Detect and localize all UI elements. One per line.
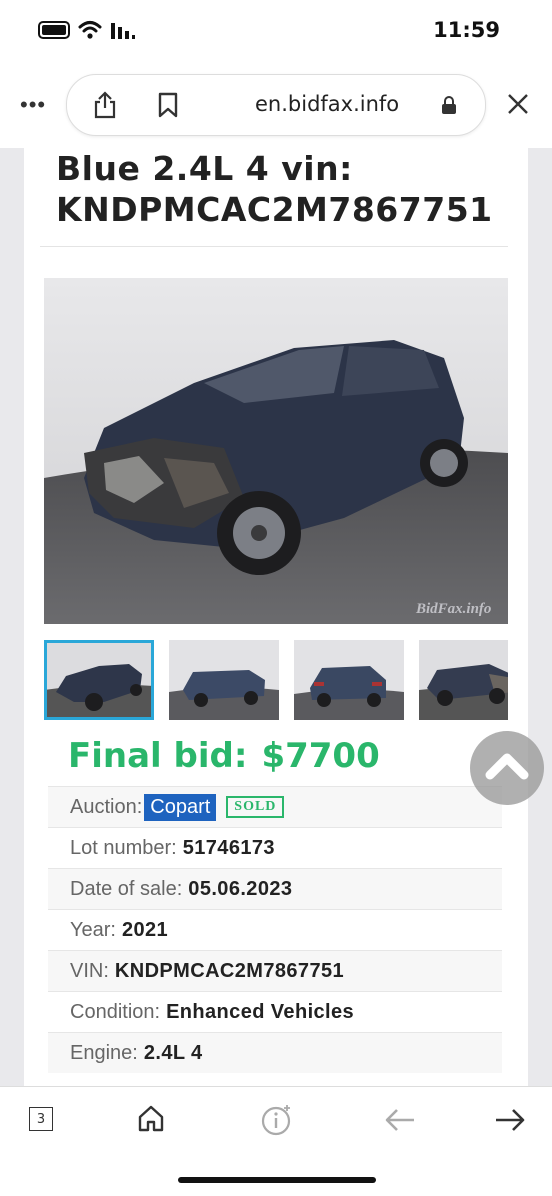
more-icon[interactable]: ••• — [20, 92, 46, 118]
status-icons — [38, 20, 136, 40]
detail-value: Enhanced Vehicles — [166, 1000, 355, 1023]
lot-details: Auction: Copart SOLD Lot number: 5174617… — [48, 786, 502, 1073]
detail-label: Auction: — [70, 795, 143, 818]
detail-row-engine: Engine: 2.4L 4 — [48, 1032, 502, 1073]
signal-icon — [111, 23, 135, 39]
close-icon[interactable] — [506, 92, 530, 116]
url-bar[interactable]: en.bidfax.info — [66, 74, 486, 136]
detail-row-vin: VIN: KNDPMCAC2M7867751 — [48, 950, 502, 991]
bookmark-icon[interactable] — [157, 92, 179, 118]
title-line-2: KNDPMCAC2M7867751 — [56, 190, 493, 229]
url-text: en.bidfax.info — [255, 92, 400, 116]
detail-row-year: Year: 2021 — [48, 909, 502, 950]
forward-arrow-icon[interactable] — [494, 1107, 526, 1133]
detail-row-condition: Condition: Enhanced Vehicles — [48, 991, 502, 1032]
detail-label: Date of sale: — [70, 877, 183, 900]
thumbnail-3[interactable] — [294, 640, 404, 720]
detail-value: 05.06.2023 — [188, 877, 293, 900]
listing-card: Blue 2.4L 4 vin: KNDPMCAC2M7867751 BidFa… — [24, 148, 528, 1086]
web-page: Blue 2.4L 4 vin: KNDPMCAC2M7867751 BidFa… — [0, 148, 552, 1086]
final-bid-label: Final bid: — [68, 736, 248, 776]
battery-icon — [38, 21, 70, 39]
home-icon[interactable] — [136, 1103, 166, 1133]
page-title: Blue 2.4L 4 vin: KNDPMCAC2M7867751 — [56, 148, 526, 230]
scroll-to-top-button[interactable] — [470, 731, 544, 805]
status-bar: 11:59 — [0, 0, 552, 64]
detail-label: VIN: — [70, 959, 109, 982]
sold-badge: SOLD — [226, 796, 285, 818]
divider — [40, 246, 508, 247]
tabs-button[interactable]: 3 — [29, 1107, 53, 1131]
detail-label: Year: — [70, 918, 116, 941]
detail-label: Lot number: — [70, 836, 177, 859]
status-time: 11:59 — [433, 18, 500, 42]
thumbnail-1[interactable] — [44, 640, 154, 720]
info-sparkle-icon[interactable] — [260, 1103, 294, 1137]
title-line-1: Blue 2.4L 4 vin: — [56, 149, 353, 188]
final-bid: Final bid: $7700 — [68, 736, 380, 776]
chevron-up-icon — [485, 753, 529, 780]
thumbnail-2[interactable] — [169, 640, 279, 720]
detail-row-date-of-sale: Date of sale: 05.06.2023 — [48, 868, 502, 909]
wifi-icon — [78, 21, 102, 39]
share-icon[interactable] — [93, 91, 117, 119]
detail-value: KNDPMCAC2M7867751 — [114, 959, 345, 982]
watermark-text: BidFax.info — [415, 601, 491, 617]
browser-toolbar: 3 — [0, 1086, 552, 1196]
thumbnail-strip — [44, 640, 508, 722]
detail-row-lot-number: Lot number: 51746173 — [48, 827, 502, 868]
lock-icon — [442, 96, 456, 114]
detail-value: 2021 — [121, 918, 169, 941]
back-arrow-icon[interactable] — [384, 1107, 416, 1133]
main-vehicle-photo[interactable]: BidFax.info — [44, 278, 508, 624]
auction-badge[interactable]: Copart — [144, 793, 217, 821]
detail-label: Condition: — [70, 1000, 161, 1023]
detail-value: 2.4L 4 — [143, 1041, 203, 1064]
home-indicator — [178, 1177, 376, 1183]
browser-bar: ••• en.bidfax.info — [0, 64, 552, 148]
final-bid-price: $7700 — [261, 736, 380, 776]
thumbnail-4[interactable] — [419, 640, 508, 720]
detail-label: Engine: — [70, 1041, 138, 1064]
detail-value: 51746173 — [182, 836, 275, 859]
detail-row-auction: Auction: Copart SOLD — [48, 786, 502, 827]
